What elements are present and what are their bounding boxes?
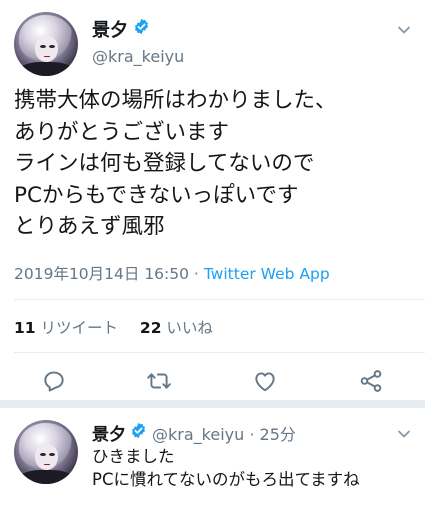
display-name[interactable]: 景夕: [92, 16, 128, 42]
retweet-count[interactable]: 11: [14, 319, 36, 337]
reply-icon[interactable]: [41, 368, 67, 394]
retweet-icon[interactable]: [146, 368, 172, 394]
engagement-stats: 11 リツイート 22 いいね: [14, 316, 213, 338]
divider: [14, 299, 425, 300]
main-tweet: 景夕 @kra_keiyu 携帯大体の場所はわかりました、 ありがとうございます…: [0, 0, 425, 408]
meta-separator: ·: [244, 425, 260, 444]
retweet-label[interactable]: リツイート: [41, 319, 119, 337]
reply-text: ひきました PCに慣れてないのがもろ出てますね: [92, 445, 360, 491]
share-icon[interactable]: [358, 368, 384, 394]
tweet-text-line: ラインは何も登録してないので: [14, 151, 315, 176]
tweet-text-line: とりあえず風邪: [14, 214, 165, 239]
chevron-down-icon[interactable]: [397, 426, 411, 440]
tweet-text-line: ありがとうございます: [14, 119, 230, 145]
like-label[interactable]: いいね: [166, 319, 213, 337]
handle[interactable]: @kra_keiyu: [152, 425, 244, 444]
like-count[interactable]: 22: [140, 319, 162, 337]
thread-separator: [0, 400, 425, 408]
tweet-meta: 2019年10月14日 16:50 · Twitter Web App: [14, 262, 330, 284]
source-link[interactable]: Twitter Web App: [204, 265, 330, 283]
time-ago[interactable]: 25分: [260, 425, 296, 444]
like-icon[interactable]: [252, 368, 278, 394]
display-name[interactable]: 景夕: [92, 420, 126, 445]
reply-text-line: PCに慣れてないのがもろ出てますね: [92, 470, 360, 489]
avatar[interactable]: [14, 420, 78, 484]
action-bar: [0, 364, 425, 398]
divider: [14, 352, 425, 353]
timestamp[interactable]: 2019年10月14日 16:50: [14, 265, 189, 283]
reply-tweet[interactable]: 景夕 @kra_keiyu · 25分 ひきました PCに慣れてないのがもろ出て…: [0, 408, 425, 512]
tweet-text: 携帯大体の場所はわかりました、 ありがとうございます ラインは何も登録してないの…: [14, 85, 414, 243]
tweet-text-line: PCからもできないっぽいです: [14, 182, 299, 208]
tweet-text-line: 携帯大体の場所はわかりました、: [14, 88, 337, 113]
reply-meta: @kra_keiyu · 25分: [152, 421, 296, 445]
handle[interactable]: @kra_keiyu: [92, 47, 184, 66]
reply-text-line: ひきました: [92, 447, 175, 466]
verified-icon: [133, 18, 150, 35]
meta-separator: ·: [189, 265, 204, 283]
chevron-down-icon[interactable]: [397, 22, 411, 36]
verified-icon: [130, 422, 147, 439]
avatar[interactable]: [14, 12, 78, 76]
